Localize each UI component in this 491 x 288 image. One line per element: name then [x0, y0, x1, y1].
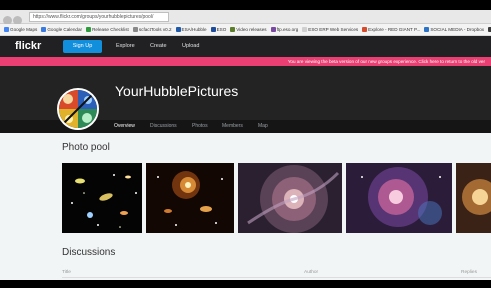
pool-photo[interactable] — [146, 163, 234, 233]
bookmark-item[interactable]: Google Maps — [4, 24, 37, 35]
bookmark-item[interactable]: ESA/Hubble — [175, 24, 207, 35]
bookmark-icon — [270, 27, 276, 33]
group-avatar[interactable] — [57, 88, 99, 130]
tab-members[interactable]: Members — [222, 120, 243, 133]
signup-button[interactable]: Sign Up — [63, 40, 102, 53]
url-field[interactable]: https://www.flickr.com/groups/yourhubble… — [29, 12, 169, 22]
bookmark-label: ESA/Hubble — [181, 27, 207, 32]
address-bar: https://www.flickr.com/groups/yourhubble… — [0, 10, 491, 25]
nav-explore[interactable]: Explore — [116, 40, 135, 53]
bookmark-label: Google Calendar — [47, 27, 83, 32]
divider — [62, 277, 491, 278]
bookmark-icon — [175, 27, 181, 33]
bookmark-label: Video releases — [236, 27, 267, 32]
bookmark-icon — [41, 27, 47, 33]
discussions-heading: Discussions — [62, 247, 116, 258]
bookmark-icon — [362, 27, 368, 33]
photo-pool-heading: Photo pool — [62, 142, 110, 153]
bookmark-item[interactable]: ESO ERP Web Services — [302, 24, 358, 35]
column-author: Author — [304, 270, 319, 275]
pool-photo[interactable] — [346, 163, 452, 233]
bookmark-icon — [424, 27, 430, 33]
beta-banner-text[interactable]: You are viewing the beta version of our … — [288, 59, 491, 64]
bookmark-item[interactable]: Google Calendar — [41, 24, 82, 35]
pool-photo[interactable] — [456, 163, 491, 233]
bookmark-item[interactable]: scfactTools v0.2 — [132, 24, 172, 35]
pool-photo[interactable] — [62, 163, 142, 233]
bookmark-label: Explore - RED GIANT P... — [368, 27, 421, 32]
tab-photos[interactable]: Photos — [192, 120, 208, 133]
nav-create[interactable]: Create — [150, 40, 167, 53]
bookmark-label: ESO ERP Web Services — [308, 27, 359, 32]
nav-upload[interactable]: Upload — [182, 40, 199, 53]
column-replies: Replies — [461, 270, 477, 275]
video-frame: https://www.flickr.com/groups/yourhubble… — [0, 0, 491, 288]
bookmark-icon — [4, 27, 9, 33]
bookmark-item[interactable]: SOCIAL MEDIA - Dropbox — [424, 24, 484, 35]
bookmark-label: Release Checklist — [92, 27, 129, 32]
bookmark-icon — [86, 27, 92, 33]
bookmark-icon — [302, 27, 308, 33]
bookmark-label: ESO — [216, 27, 227, 32]
group-title: YourHubblePictures — [115, 83, 239, 99]
bookmark-item[interactable]: ftp.eso.org — [270, 24, 299, 35]
flickr-logo[interactable]: flickr — [15, 40, 41, 52]
column-title: Title — [62, 270, 71, 275]
main-content: Photo pool Discussions Title Author Repl… — [0, 133, 491, 280]
bookmark-item[interactable]: Video releases — [230, 24, 267, 35]
bookmark-label: Google Maps — [10, 27, 38, 32]
bookmark-item[interactable]: ESO — [210, 24, 227, 35]
bookmark-icon — [210, 27, 216, 33]
tab-overview[interactable]: Overview — [114, 120, 135, 134]
browser-nav-buttons[interactable] — [3, 12, 25, 25]
bookmark-item[interactable]: Explore - RED GIANT P... — [362, 24, 420, 35]
bookmark-icon — [230, 27, 236, 33]
bookmark-label: scfactTools v0.2 — [138, 27, 172, 32]
tab-discussions[interactable]: Discussions — [150, 120, 177, 133]
bookmark-label: SOCIAL MEDIA - Dropbox — [430, 27, 485, 32]
browser-window: https://www.flickr.com/groups/yourhubble… — [0, 10, 491, 280]
beta-banner[interactable]: You are viewing the beta version of our … — [0, 57, 491, 66]
flickr-top-nav: flickr Sign Up Explore Create Upload — [0, 36, 491, 57]
bookmarks-bar: Google Maps Google Calendar Release Checkl… — [0, 24, 491, 36]
bookmark-item[interactable]: Release Checklist — [86, 24, 129, 35]
tab-map[interactable]: Map — [258, 120, 268, 133]
bookmark-icon — [132, 27, 138, 33]
pool-photo[interactable] — [238, 163, 342, 233]
bookmark-label: ftp.eso.org — [276, 27, 299, 32]
